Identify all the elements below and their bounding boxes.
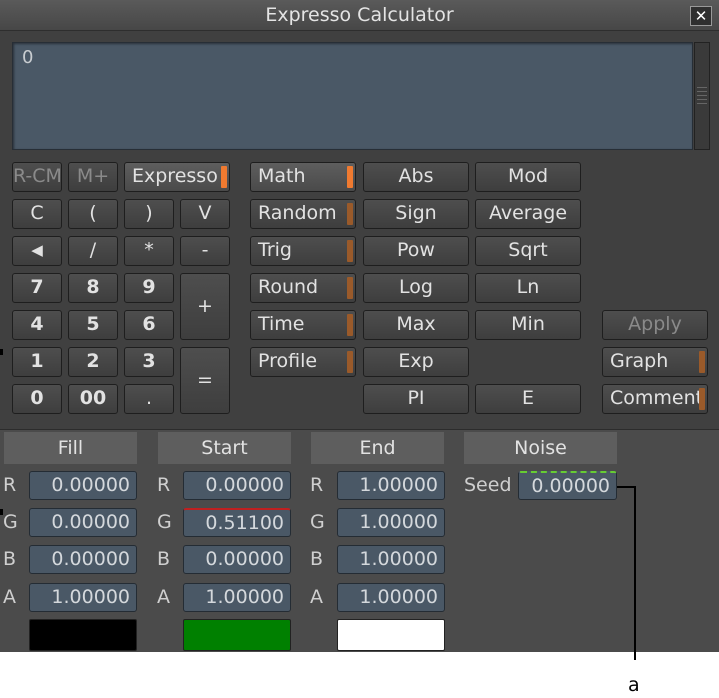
end-b-field[interactable]: 1.00000 bbox=[337, 545, 445, 574]
category-time-button[interactable]: Time bbox=[250, 310, 356, 340]
pi-button[interactable]: PI bbox=[363, 384, 469, 414]
clear-button[interactable]: C bbox=[12, 199, 62, 229]
title-bar[interactable]: Expresso Calculator ✕ bbox=[0, 0, 719, 31]
exp-button[interactable]: Exp bbox=[363, 347, 469, 377]
start-r-label: R bbox=[157, 474, 171, 496]
plus-button[interactable]: + bbox=[180, 273, 230, 340]
average-button[interactable]: Average bbox=[475, 199, 581, 229]
digit-5-button[interactable]: 5 bbox=[68, 310, 118, 340]
start-b-label: B bbox=[157, 548, 171, 570]
close-icon[interactable]: ✕ bbox=[690, 6, 712, 26]
seed-label: Seed bbox=[464, 474, 512, 496]
end-g-field[interactable]: 1.00000 bbox=[337, 508, 445, 537]
digit-2-button[interactable]: 2 bbox=[68, 347, 118, 377]
mod-button[interactable]: Mod bbox=[475, 162, 581, 192]
expresso-toggle-button[interactable]: Expresso bbox=[124, 162, 230, 192]
fill-a-label: A bbox=[3, 586, 16, 608]
category-trig-button[interactable]: Trig bbox=[250, 236, 356, 266]
equals-button[interactable]: = bbox=[180, 347, 230, 414]
open-paren-button[interactable]: ( bbox=[68, 199, 118, 229]
ln-button[interactable]: Ln bbox=[475, 273, 581, 303]
display-scrollbar[interactable] bbox=[694, 42, 710, 150]
digit-0-button[interactable]: 0 bbox=[12, 384, 62, 414]
max-button[interactable]: Max bbox=[363, 310, 469, 340]
start-g-label: G bbox=[157, 511, 172, 533]
seed-field[interactable]: 0.00000 bbox=[518, 471, 617, 500]
e-button[interactable]: E bbox=[475, 384, 581, 414]
fill-b-label: B bbox=[3, 548, 17, 570]
category-round-button[interactable]: Round bbox=[250, 273, 356, 303]
start-a-label: A bbox=[157, 586, 170, 608]
fill-a-field[interactable]: 1.00000 bbox=[29, 583, 137, 612]
callout-label: a bbox=[628, 674, 640, 696]
start-g-field[interactable]: 0.51100 bbox=[183, 508, 291, 537]
fill-g-field[interactable]: 0.00000 bbox=[29, 508, 137, 537]
digit-4-button[interactable]: 4 bbox=[12, 310, 62, 340]
v-button[interactable]: V bbox=[180, 199, 230, 229]
fill-r-label: R bbox=[3, 474, 17, 496]
sign-button[interactable]: Sign bbox=[363, 199, 469, 229]
end-color-swatch[interactable] bbox=[337, 619, 445, 651]
start-a-field[interactable]: 1.00000 bbox=[183, 583, 291, 612]
close-paren-button[interactable]: ) bbox=[124, 199, 174, 229]
end-r-label: R bbox=[310, 474, 324, 496]
end-a-field[interactable]: 1.00000 bbox=[337, 583, 445, 612]
left-arrow-icon: ◀ bbox=[31, 241, 43, 259]
fill-r-field[interactable]: 0.00000 bbox=[29, 471, 137, 500]
mplus-button[interactable]: M+ bbox=[68, 162, 118, 192]
expression-display[interactable]: 0 bbox=[12, 42, 693, 150]
start-b-field[interactable]: 0.00000 bbox=[183, 545, 291, 574]
start-header: Start bbox=[158, 432, 291, 464]
end-header: End bbox=[311, 432, 444, 464]
apply-button[interactable]: Apply bbox=[602, 310, 708, 340]
digit-1-button[interactable]: 1 bbox=[12, 347, 62, 377]
pow-button[interactable]: Pow bbox=[363, 236, 469, 266]
callout-leader-vertical bbox=[634, 486, 636, 660]
end-g-label: G bbox=[310, 511, 325, 533]
start-r-field[interactable]: 0.00000 bbox=[183, 471, 291, 500]
start-color-swatch[interactable] bbox=[183, 619, 291, 651]
end-b-label: B bbox=[310, 548, 324, 570]
digit-9-button[interactable]: 9 bbox=[124, 273, 174, 303]
noise-header: Noise bbox=[464, 432, 617, 464]
end-r-field[interactable]: 1.00000 bbox=[337, 471, 445, 500]
fill-color-swatch[interactable] bbox=[29, 619, 137, 651]
digit-3-button[interactable]: 3 bbox=[124, 347, 174, 377]
end-a-label: A bbox=[310, 586, 323, 608]
sqrt-button[interactable]: Sqrt bbox=[475, 236, 581, 266]
digit-7-button[interactable]: 7 bbox=[12, 273, 62, 303]
category-random-button[interactable]: Random bbox=[250, 199, 356, 229]
display-value: 0 bbox=[22, 47, 34, 68]
divide-button[interactable]: / bbox=[68, 236, 118, 266]
log-button[interactable]: Log bbox=[363, 273, 469, 303]
edge-mark bbox=[0, 509, 3, 515]
fill-header: Fill bbox=[4, 432, 137, 464]
category-math-button[interactable]: Math bbox=[250, 162, 356, 192]
abs-button[interactable]: Abs bbox=[363, 162, 469, 192]
edge-mark bbox=[0, 349, 3, 355]
fill-b-field[interactable]: 0.00000 bbox=[29, 545, 137, 574]
window-title: Expresso Calculator bbox=[265, 4, 454, 26]
multiply-button[interactable]: * bbox=[124, 236, 174, 266]
fill-g-label: G bbox=[3, 511, 18, 533]
digit-00-button[interactable]: 00 bbox=[68, 384, 118, 414]
backspace-button[interactable]: ◀ bbox=[12, 236, 62, 266]
comment-button[interactable]: Comment bbox=[602, 384, 708, 414]
category-profile-button[interactable]: Profile bbox=[250, 347, 356, 377]
expresso-calculator-window: Expresso Calculator ✕ 0 R-CM M+ Expresso… bbox=[0, 0, 719, 652]
min-button[interactable]: Min bbox=[475, 310, 581, 340]
graph-button[interactable]: Graph bbox=[602, 347, 708, 377]
digit-8-button[interactable]: 8 bbox=[68, 273, 118, 303]
decimal-button[interactable]: . bbox=[124, 384, 174, 414]
digit-6-button[interactable]: 6 bbox=[124, 310, 174, 340]
rcm-button[interactable]: R-CM bbox=[12, 162, 62, 192]
minus-button[interactable]: - bbox=[180, 236, 230, 266]
scrollbar-grip-icon[interactable] bbox=[697, 87, 707, 107]
